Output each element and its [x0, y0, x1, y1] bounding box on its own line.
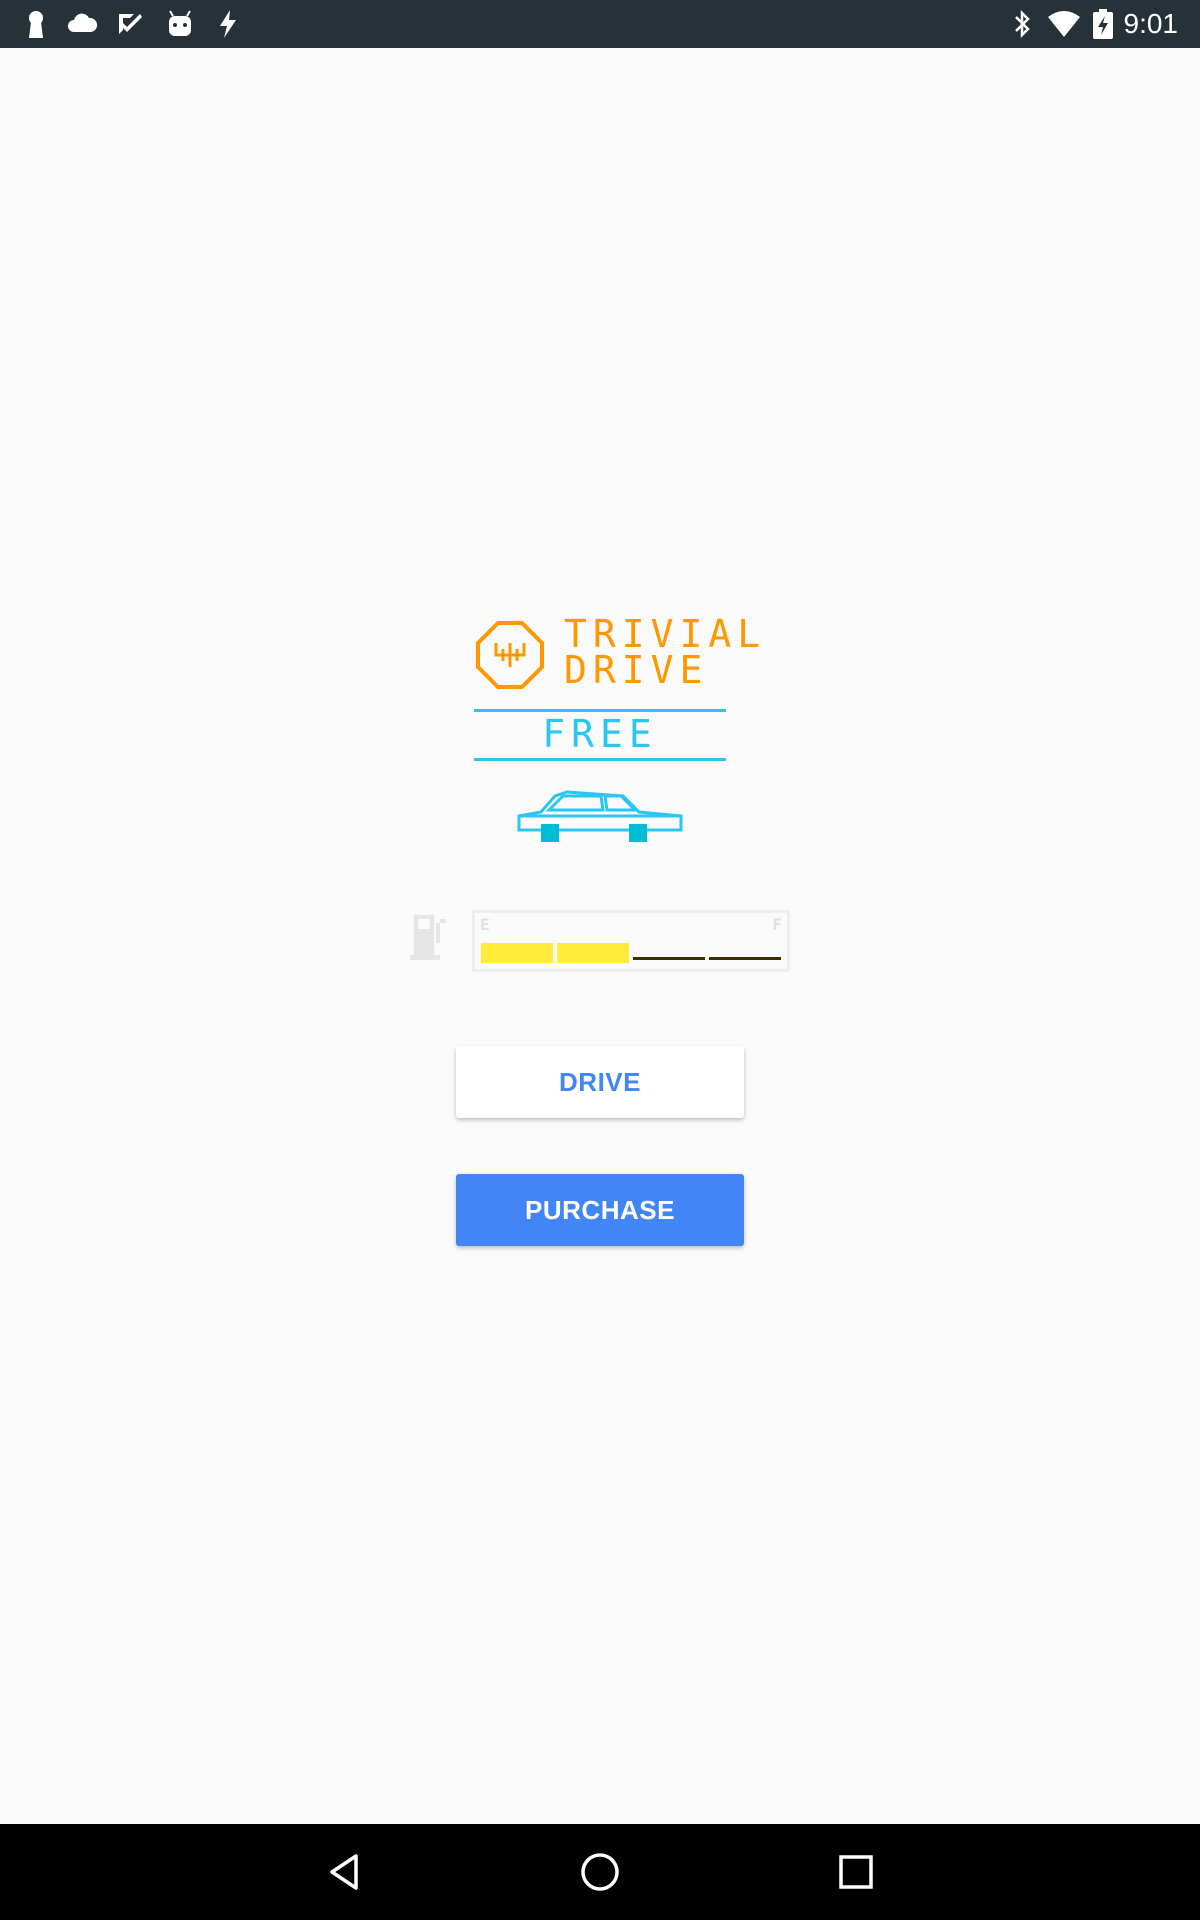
app-title-line1: TRIVIAL [564, 612, 767, 656]
home-icon[interactable] [576, 1848, 624, 1896]
bluetooth-icon [1015, 9, 1030, 39]
gear-shift-icon [476, 621, 544, 689]
edition-banner: FREE [474, 709, 726, 761]
flash-icon [220, 10, 236, 38]
fuel-gauge: E F [472, 910, 790, 972]
recents-icon[interactable] [832, 1848, 880, 1896]
fuel-segment [709, 943, 781, 960]
gauge-full-label: F [772, 915, 782, 934]
fuel-segment [481, 943, 553, 963]
cloud-icon [68, 13, 98, 32]
app-title-line2: DRIVE [564, 648, 709, 692]
fuel-segment [633, 943, 705, 960]
drive-button[interactable]: DRIVE [456, 1046, 744, 1118]
keyhole-icon [29, 11, 43, 38]
gauge-empty-label: E [480, 915, 490, 934]
car-icon [517, 790, 683, 842]
fuel-segment [557, 943, 629, 963]
wifi-icon [1048, 11, 1080, 37]
fuel-pump-icon [410, 915, 446, 960]
app-title: TRIVIAL DRIVE [564, 612, 767, 692]
edition-label: FREE [542, 712, 658, 756]
checkbox-icon [119, 14, 142, 34]
battery-charging-icon [1093, 9, 1113, 39]
back-icon[interactable] [320, 1848, 368, 1896]
status-bar: 9:01 [0, 0, 1200, 48]
clock-time: 9:01 [1123, 8, 1179, 39]
purchase-button[interactable]: PURCHASE [456, 1174, 744, 1246]
navigation-bar [0, 1824, 1200, 1920]
android-icon [169, 10, 191, 36]
